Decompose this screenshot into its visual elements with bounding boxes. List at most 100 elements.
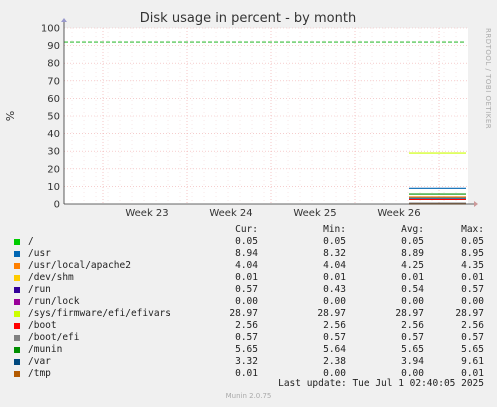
legend-value-avg: 0.01 [401,272,424,283]
legend-value-cur: 8.94 [235,248,258,259]
legend-value-min: 4.04 [323,260,346,271]
legend-row: /usr/local/apache2 4.04 4.04 4.25 4.35 [0,260,497,272]
y-tick-label: 0 [54,200,60,211]
legend-swatch [14,371,20,377]
legend-series-name: /run [28,284,51,295]
legend-row: /boot/efi 0.57 0.57 0.57 0.57 [0,332,497,344]
legend-header-cell: Min: [323,224,346,235]
legend-header-cell: Max: [461,224,484,235]
y-axis-label: % [4,111,17,121]
legend-series-name: /sys/firmware/efi/efivars [28,308,171,319]
legend-value-avg: 28.97 [395,308,424,319]
legend-swatch [14,311,20,317]
legend-row: /var 3.32 2.38 3.94 9.61 [0,356,497,368]
legend-series-name: /var [28,356,51,367]
legend-value-min: 28.97 [317,308,346,319]
chart-title: Disk usage in percent - by month [140,11,356,26]
legend-value-max: 0.57 [461,284,484,295]
disk-usage-chart: 0 10 20 30 40 50 60 70 80 90 100 Week 23 Week 24 Wee… [0,0,497,220]
legend-value-min: 0.43 [323,284,346,295]
legend-value-avg: 2.56 [401,320,424,331]
legend-value-cur: 2.56 [235,320,258,331]
legend-swatch [14,359,20,365]
legend-value-avg: 0.00 [401,296,424,307]
legend-value-cur: 28.97 [229,308,258,319]
legend-value-min: 0.01 [323,272,346,283]
legend-value-min: 5.64 [323,344,346,355]
legend-value-cur: 0.57 [235,332,258,343]
y-tick-label: 70 [47,76,60,87]
legend-value-avg: 0.54 [401,284,424,295]
legend-value-avg: 8.89 [401,248,424,259]
legend-value-avg: 4.25 [401,260,424,271]
legend-value-min: 2.38 [323,356,346,367]
legend-value-max: 0.05 [461,236,484,247]
legend-series-name: / [28,236,34,247]
legend-swatch [14,263,20,269]
y-tick-label: 40 [47,129,60,140]
legend-swatch [14,251,20,257]
legend-value-max: 4.35 [461,260,484,271]
side-credit: RRDTOOL / TOBI OETIKER [484,28,492,129]
legend-row: /boot 2.56 2.56 2.56 2.56 [0,320,497,332]
x-tick-label: Week 26 [377,208,420,219]
y-tick-label: 10 [47,182,60,193]
legend-swatch [14,299,20,305]
legend-row: /run/lock 0.00 0.00 0.00 0.00 [0,296,497,308]
legend-row: /sys/firmware/efi/efivars 28.97 28.97 28.97… [0,308,497,320]
legend-header-cell: Cur: [235,224,258,235]
legend-swatch [14,347,20,353]
y-tick-label: 60 [47,94,60,105]
legend-value-min: 2.56 [323,320,346,331]
legend-row: /dev/shm 0.01 0.01 0.01 0.01 [0,272,497,284]
legend-series-name: /usr [28,248,51,259]
legend-value-cur: 4.04 [235,260,258,271]
legend-value-avg: 3.94 [401,356,424,367]
legend-value-avg: 5.65 [401,344,424,355]
x-tick-label: Week 23 [125,208,168,219]
legend-value-cur: 0.01 [235,368,258,379]
legend-value-cur: 0.05 [235,236,258,247]
legend-value-avg: 0.57 [401,332,424,343]
legend-swatch [14,335,20,341]
legend-series-name: /tmp [28,368,51,379]
legend-series-name: /run/lock [28,296,80,307]
footer-version: Munin 2.0.75 [225,392,272,400]
legend-value-max: 9.61 [461,356,484,367]
y-tick-label: 50 [47,112,60,123]
legend-series-name: /dev/shm [28,272,74,283]
legend-series-name: /usr/local/apache2 [28,260,131,271]
legend-swatch [14,239,20,245]
legend-value-cur: 0.57 [235,284,258,295]
legend-value-avg: 0.05 [401,236,424,247]
legend-row: /munin 5.65 5.64 5.65 5.65 [0,344,497,356]
legend-value-max: 0.00 [461,296,484,307]
legend-swatch [14,287,20,293]
x-tick-label: Week 24 [209,208,252,219]
legend-value-min: 0.57 [323,332,346,343]
legend-value-max: 28.97 [455,308,484,319]
y-tick-label: 20 [47,164,60,175]
legend-swatch [14,323,20,329]
legend-row: / 0.05 0.05 0.05 0.05 [0,236,497,248]
legend-value-max: 0.01 [461,272,484,283]
y-tick-label: 80 [47,59,60,70]
legend-value-min: 0.05 [323,236,346,247]
legend-value-cur: 3.32 [235,356,258,367]
y-tick-label: 30 [47,147,60,158]
y-tick-label: 90 [47,41,60,52]
legend-row: /run 0.57 0.43 0.54 0.57 [0,284,497,296]
legend-swatch [14,275,20,281]
x-tick-label: Week 25 [293,208,336,219]
legend-series-name: /boot/efi [28,332,80,343]
legend-value-max: 5.65 [461,344,484,355]
legend-value-max: 0.57 [461,332,484,343]
legend-value-min: 0.00 [323,296,346,307]
legend-series-name: /munin [28,344,63,355]
legend-value-cur: 0.01 [235,272,258,283]
last-update: Last update: Tue Jul 1 02:40:05 2025 [278,378,484,389]
legend-value-cur: 0.00 [235,296,258,307]
legend-header: Cur: Min: Avg: Max: [0,224,497,236]
legend-value-cur: 5.65 [235,344,258,355]
legend-value-max: 8.95 [461,248,484,259]
